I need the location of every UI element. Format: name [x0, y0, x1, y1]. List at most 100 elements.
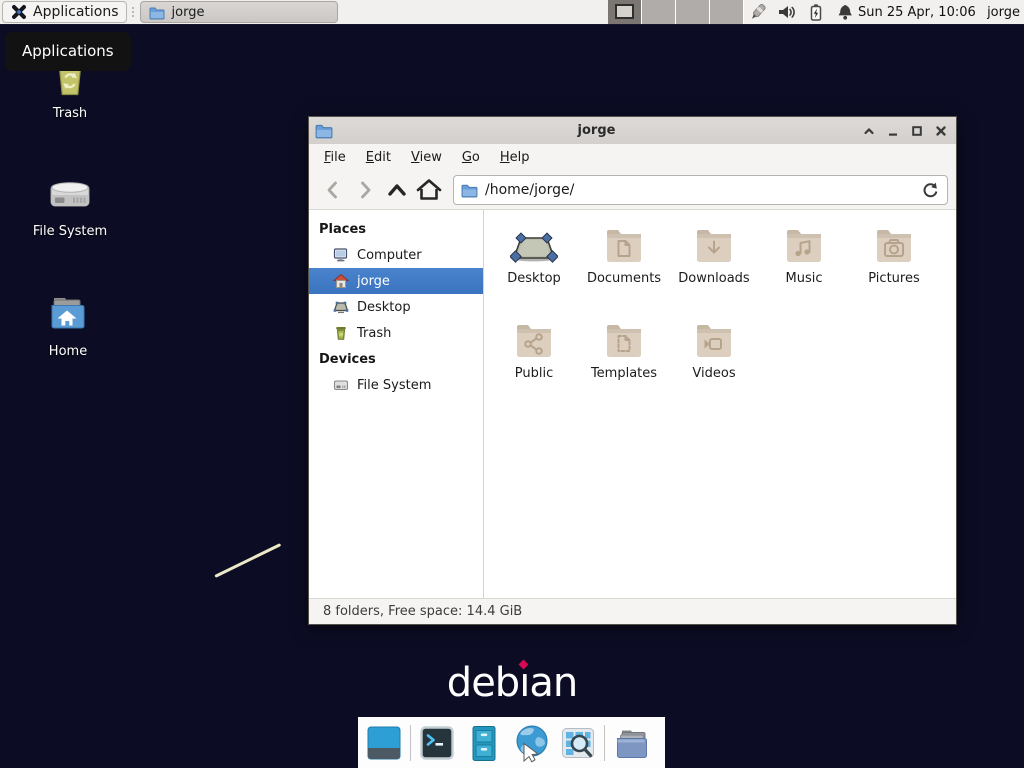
desktop-icon	[333, 299, 349, 315]
file-item-videos[interactable]: Videos	[669, 318, 759, 413]
panel-username: jorge	[987, 0, 1020, 25]
maximize-icon[interactable]	[908, 122, 926, 140]
file-item-music[interactable]: Music	[759, 223, 849, 318]
dock-separator	[410, 725, 411, 761]
folder-icon	[149, 5, 165, 20]
file-item-label: Videos	[692, 366, 735, 381]
workspace-cell-2[interactable]	[642, 0, 676, 24]
shade-icon[interactable]	[860, 122, 878, 140]
file-item-templates[interactable]: Templates	[579, 318, 669, 413]
applications-tooltip: Applications	[5, 32, 131, 71]
music-icon	[780, 223, 828, 271]
menu-item-go[interactable]: Go	[453, 147, 489, 168]
sidebar-item-file-system[interactable]: File System	[309, 372, 483, 398]
dock-item-show-desktop[interactable]	[363, 722, 405, 764]
menu-item-help[interactable]: Help	[491, 147, 539, 168]
workspace-cell-1[interactable]	[608, 0, 642, 24]
desktop-icon-label: Trash	[10, 106, 130, 121]
minimize-icon[interactable]	[884, 122, 902, 140]
computer-icon	[333, 247, 349, 263]
dock-item-app-finder[interactable]	[557, 722, 599, 764]
sidebar-item-label: Desktop	[357, 300, 411, 315]
file-item-label: Documents	[587, 271, 661, 286]
workspace-pager	[608, 0, 744, 24]
dock-separator	[604, 725, 605, 761]
sidebar-item-label: Trash	[357, 326, 391, 341]
address-text[interactable]: /home/jorge/	[485, 182, 913, 198]
trash-icon	[333, 325, 349, 341]
stylus-icon[interactable]	[748, 3, 768, 22]
debian-red-diamond	[519, 660, 529, 670]
volume-icon[interactable]	[777, 3, 797, 22]
file-item-label: Public	[515, 366, 553, 381]
home-icon	[333, 273, 349, 289]
desktop-icon-label: Home	[8, 344, 128, 359]
desktop-icon-file-system[interactable]: File System	[10, 170, 130, 239]
files-pane[interactable]: Desktop Documents Downloads Music Pictures Pu…	[484, 210, 956, 598]
applications-menu-label: Applications	[33, 4, 119, 20]
reload-icon[interactable]	[920, 180, 940, 200]
share-icon	[510, 318, 558, 366]
stray-line-artifact	[214, 543, 281, 578]
sidebar-item-label: Computer	[357, 248, 422, 263]
file-item-label: Templates	[591, 366, 657, 381]
template-icon	[600, 318, 648, 366]
panel-clock[interactable]: Sun 25 Apr, 10:06	[858, 0, 976, 25]
close-icon[interactable]	[932, 122, 950, 140]
desktop-icon-home[interactable]: Home	[8, 290, 128, 359]
dock-item-file-cabinet[interactable]	[463, 722, 505, 764]
back-icon[interactable]	[317, 175, 349, 205]
dock-item-terminal[interactable]	[416, 722, 458, 764]
titlebar[interactable]: jorge	[309, 117, 956, 144]
home-folder-icon	[8, 290, 128, 338]
applications-menu-button[interactable]: Applications	[2, 1, 127, 23]
forward-icon[interactable]	[349, 175, 381, 205]
workspace-cell-3[interactable]	[676, 0, 710, 24]
dock	[358, 717, 665, 768]
home-icon[interactable]	[413, 175, 445, 205]
file-item-label: Music	[786, 271, 823, 286]
status-bar: 8 folders, Free space: 14.4 GiB	[309, 598, 956, 624]
sidebar-item-computer[interactable]: Computer	[309, 242, 483, 268]
menu-item-edit[interactable]: Edit	[357, 147, 400, 168]
sidebar-item-jorge[interactable]: jorge	[309, 268, 483, 294]
system-tray	[748, 0, 855, 25]
up-icon[interactable]	[381, 175, 413, 205]
bell-icon[interactable]	[835, 3, 855, 22]
sidebar-item-desktop[interactable]: Desktop	[309, 294, 483, 320]
desktop-icon-label: File System	[10, 224, 130, 239]
sidebar: PlacesComputerjorgeDesktopTrashDevicesFi…	[309, 210, 484, 598]
document-icon	[600, 223, 648, 271]
file-item-pictures[interactable]: Pictures	[849, 223, 939, 318]
workspace-cell-4[interactable]	[710, 0, 744, 24]
top-panel: Applications jorge Sun 25 Apr, 10:06 jor…	[0, 0, 1024, 25]
dock-item-web-browser[interactable]	[510, 722, 552, 764]
menu-item-file[interactable]: File	[315, 147, 355, 168]
path-bar[interactable]: /home/jorge/	[453, 175, 948, 205]
battery-icon[interactable]	[806, 3, 826, 22]
xfce-applications-icon	[10, 3, 28, 21]
taskbar-window-label: jorge	[172, 5, 205, 20]
desktop-folder-icon	[510, 223, 558, 271]
drive-icon	[10, 170, 130, 218]
file-item-desktop[interactable]: Desktop	[489, 223, 579, 318]
sidebar-header-places: Places	[309, 216, 483, 242]
video-icon	[690, 318, 738, 366]
folder-icon	[461, 182, 478, 198]
debian-logo: debıan	[0, 660, 1024, 706]
dock-item-folder[interactable]	[610, 722, 652, 764]
file-item-label: Downloads	[678, 271, 749, 286]
file-manager-window: jorge FileEditViewGoHelp	[308, 116, 957, 625]
file-item-label: Desktop	[507, 271, 561, 286]
download-icon	[690, 223, 738, 271]
window-folder-icon	[315, 122, 333, 139]
toolbar: /home/jorge/	[309, 170, 956, 210]
file-item-downloads[interactable]: Downloads	[669, 223, 759, 318]
taskbar-window-button[interactable]: jorge	[140, 1, 338, 23]
file-item-documents[interactable]: Documents	[579, 223, 669, 318]
sidebar-item-trash[interactable]: Trash	[309, 320, 483, 346]
drive-icon	[333, 377, 349, 393]
menu-item-view[interactable]: View	[402, 147, 451, 168]
file-item-public[interactable]: Public	[489, 318, 579, 413]
panel-handle[interactable]	[129, 3, 137, 21]
